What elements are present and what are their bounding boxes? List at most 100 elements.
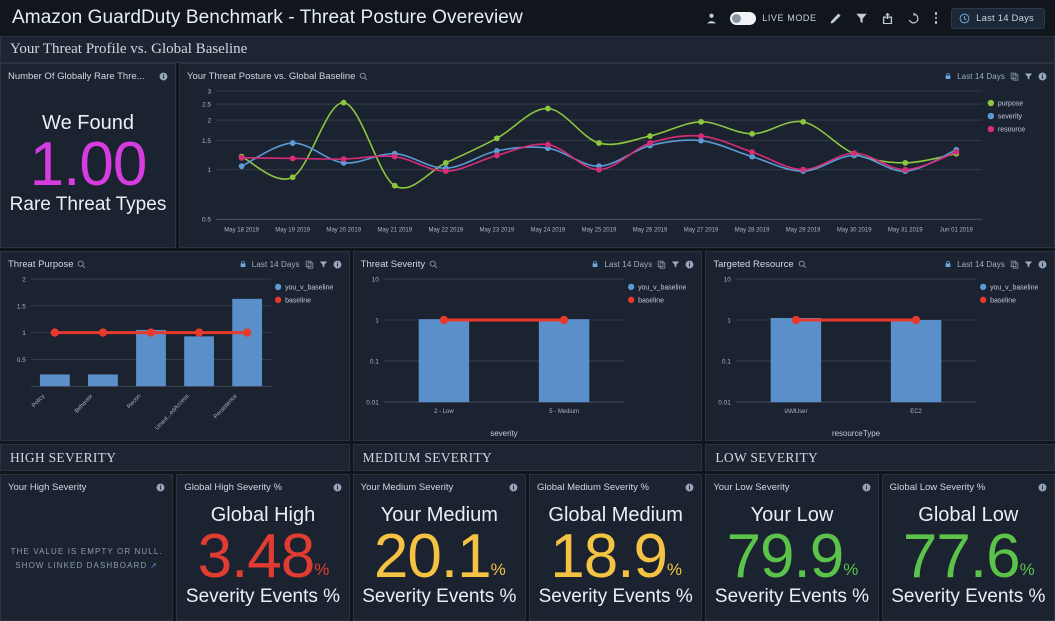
panel-rare-threats: Number Of Globally Rare Thre... We Found… [0,63,176,248]
refresh-icon[interactable] [906,11,921,26]
panel-title-targeted-resource: Targeted Resource [713,258,794,270]
show-linked-dashboard-link[interactable]: SHOW LINKED DASHBOARD ➚ [15,561,158,570]
svg-text:baseline: baseline [990,297,1016,304]
your-medium-bottom-label: Severity Events % [362,585,517,607]
info-icon[interactable] [333,483,342,492]
user-icon[interactable] [704,11,719,26]
section-title-medium: MEDIUM SEVERITY [362,449,493,465]
panel-header-global-high: Global High Severity % [177,478,348,496]
search-icon[interactable] [77,260,86,269]
section-title-low: LOW SEVERITY [715,449,819,465]
global-medium-value: 18.9% [550,522,682,592]
info-icon[interactable] [333,260,342,269]
panel-header-threat-posture: Your Threat Posture vs. Global Baseline … [180,67,1054,85]
share-icon[interactable] [880,11,895,26]
info-icon[interactable] [862,483,871,492]
svg-text:2: 2 [22,277,26,284]
panel-title-your-medium: Your Medium Severity [360,481,454,493]
filter-icon[interactable] [671,260,680,269]
svg-text:0.5: 0.5 [202,217,211,224]
global-high-bottom-label: Severity Events % [185,585,341,607]
profile-row: Number Of Globally Rare Thre... We Found… [0,63,1055,248]
kpi-row: Your High Severity THE VALUE IS EMPTY OR… [0,474,1055,621]
info-icon[interactable] [509,483,518,492]
section-header-high: HIGH SEVERITY [0,444,350,471]
chart-threat-posture[interactable]: 3 2.5 2 1.5 1 0.5 May 18 2019 May 19 2019 May 20… [180,85,1054,249]
svg-text:resource: resource [998,127,1025,134]
svg-text:May 30 2019: May 30 2019 [837,227,872,233]
filter-icon[interactable] [1024,260,1033,269]
svg-text:May 21 2019: May 21 2019 [377,227,412,233]
panel-time-range-resource: Last 14 Days [957,259,1006,269]
panel-title-your-low: Your Low Severity [713,481,790,493]
panel-title-global-high: Global High Severity % [184,481,283,493]
info-icon[interactable] [159,72,168,81]
filter-icon[interactable] [1024,72,1033,81]
svg-text:0.1: 0.1 [370,359,379,366]
panel-header-your-high: Your High Severity [1,478,172,496]
svg-text:May 22 2019: May 22 2019 [428,227,463,233]
live-mode-toggle-group[interactable]: LIVE MODE [730,11,816,25]
panel-targeted-resource: Targeted Resource Last 14 Days 10 1 0.1 … [705,251,1055,441]
chart-targeted-resource[interactable]: 10 1 0.1 0.01 IAMUser EC2 resourceType you_v_ba… [706,273,1054,442]
svg-text:May 27 2019: May 27 2019 [684,227,719,233]
svg-text:you_v_baseline: you_v_baseline [638,284,686,291]
svg-text:10: 10 [371,277,379,284]
global-medium-bottom-label: Severity Events % [538,585,693,607]
panel-your-low-severity: Your Low Severity Your Low 79.9% Severit… [705,474,879,621]
global-low-value-block: Global Low 77.6% Severity Events % [883,496,1054,620]
info-icon[interactable] [685,260,694,269]
svg-text:you_v_baseline: you_v_baseline [990,284,1038,291]
time-range-picker[interactable]: Last 14 Days [951,7,1045,29]
your-low-value-block: Your Low 79.9% Severity Events % [706,496,877,620]
panel-title-your-high: Your High Severity [8,481,87,493]
svg-text:May 20 2019: May 20 2019 [326,227,361,233]
info-icon[interactable] [1038,260,1047,269]
pencil-icon[interactable] [828,11,843,26]
external-link-icon: ➚ [150,560,159,570]
svg-text:baseline: baseline [638,297,664,304]
filter-icon[interactable] [319,260,328,269]
copy-icon[interactable] [657,260,666,269]
svg-text:Jun 01 2019: Jun 01 2019 [940,227,974,233]
breakdown-row: Threat Purpose Last 14 Days 2 1.5 1 0.5 … [0,251,1055,441]
kebab-menu-icon[interactable] [932,12,941,24]
your-low-bottom-label: Severity Events % [714,585,870,607]
search-icon[interactable] [359,72,368,81]
filter-icon[interactable] [854,11,869,26]
section-title-high: HIGH SEVERITY [10,449,117,465]
svg-text:Recon: Recon [126,393,142,410]
svg-text:0.01: 0.01 [719,400,732,407]
your-high-empty-state: THE VALUE IS EMPTY OR NULL. SHOW LINKED … [1,496,172,620]
svg-text:May 25 2019: May 25 2019 [582,227,617,233]
lock-icon [591,260,599,268]
info-icon[interactable] [156,483,165,492]
section-header-profile: Your Threat Profile vs. Global Baseline [0,36,1055,63]
info-icon[interactable] [1038,72,1047,81]
info-icon[interactable] [685,483,694,492]
panel-title-global-medium: Global Medium Severity % [536,481,649,493]
your-medium-value: 20.1% [373,522,506,592]
info-icon[interactable] [1038,483,1047,492]
copy-icon[interactable] [1010,72,1019,81]
panel-header-your-medium: Your Medium Severity [354,478,525,496]
copy-icon[interactable] [305,260,314,269]
panel-threat-purpose: Threat Purpose Last 14 Days 2 1.5 1 0.5 … [0,251,350,441]
chart-threat-purpose[interactable]: 2 1.5 1 0.5 Policy Behavior Recon Unaut...edAcc… [1,273,349,442]
svg-text:1.5: 1.5 [17,303,26,310]
svg-text:May 18 2019: May 18 2019 [224,227,259,233]
svg-text:May 19 2019: May 19 2019 [275,227,310,233]
svg-text:2.5: 2.5 [202,101,211,108]
copy-icon[interactable] [1010,260,1019,269]
global-low-bottom-label: Severity Events % [891,585,1046,607]
clock-icon [959,13,970,23]
panel-header-global-medium: Global Medium Severity % [530,478,701,496]
panel-threat-severity: Threat Severity Last 14 Days 10 1 0.1 0.… [352,251,703,442]
chart-threat-severity[interactable]: 10 1 0.1 0.01 2 - Low 5 - Medium severity you_v… [354,273,702,442]
svg-text:May 26 2019: May 26 2019 [633,227,668,233]
section-header-low: LOW SEVERITY [705,444,1055,471]
search-icon[interactable] [429,260,438,269]
panel-threat-posture: Your Threat Posture vs. Global Baseline … [179,63,1055,248]
search-icon[interactable] [798,260,807,269]
live-mode-toggle[interactable] [730,11,757,25]
